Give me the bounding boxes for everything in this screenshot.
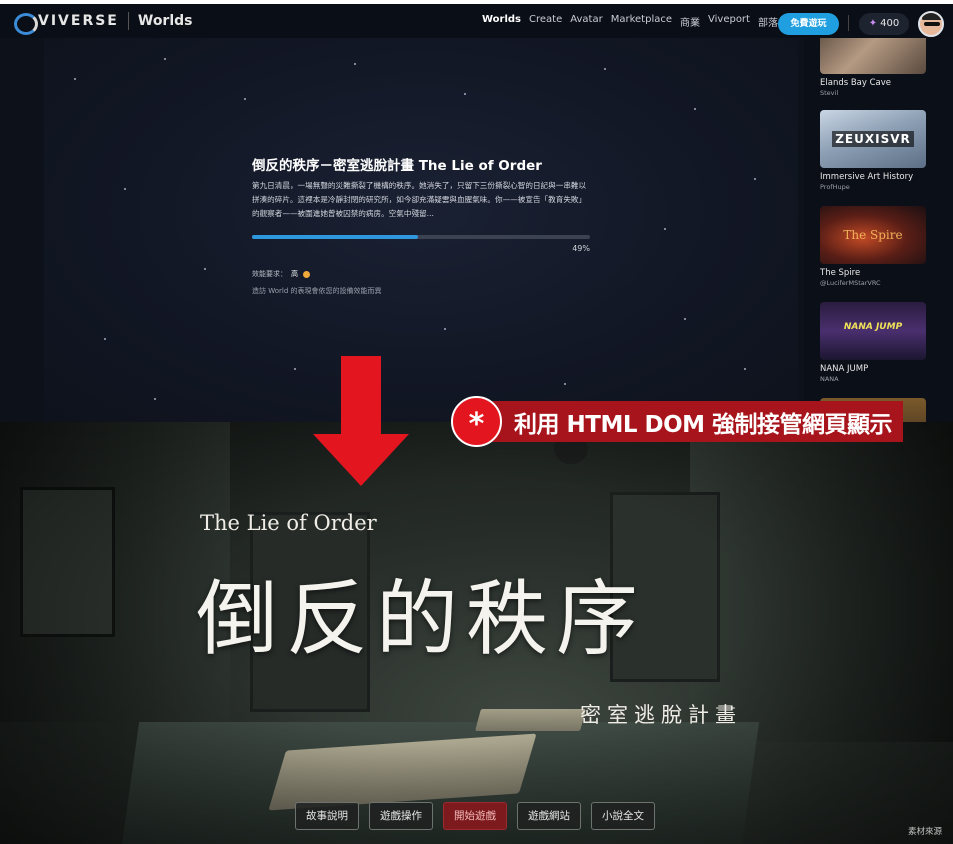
world-card[interactable]: ZEUXISVR Immersive Art History ProfHupe xyxy=(820,110,926,191)
loading-progress-label: 49% xyxy=(572,244,590,253)
performance-requirement: 效能要求： 高 xyxy=(252,269,592,279)
play-free-button[interactable]: 免費遊玩 xyxy=(778,13,839,35)
viverse-logo-icon xyxy=(14,13,38,35)
start-game-button[interactable]: 開始遊戲 xyxy=(443,802,507,830)
controls-button[interactable]: 遊戲操作 xyxy=(369,802,433,830)
world-card-author: ProfHupe xyxy=(820,183,850,191)
world-card-title: Elands Bay Cave xyxy=(820,78,892,88)
nav-links: Worlds Create Avatar Marketplace 商業 Vive… xyxy=(482,14,796,29)
star-dot xyxy=(684,318,686,320)
brand-name: VIVERSE xyxy=(38,13,119,29)
world-card[interactable]: The Spire The Spire @LuciferMStarVRC xyxy=(820,206,926,287)
requirement-label: 效能要求： xyxy=(252,270,287,278)
star-dot xyxy=(74,78,76,80)
nav-link-viveport[interactable]: Viveport xyxy=(708,14,750,29)
nav-divider xyxy=(848,15,849,31)
loading-progress-bar xyxy=(252,235,590,239)
world-description: 第九日清晨，一場無聲的災難撕裂了機構的秩序。她消失了，只留下三份撕裂心智的日記與… xyxy=(252,181,587,218)
nav-link-business[interactable]: 商業 xyxy=(680,14,700,29)
star-dot xyxy=(464,93,466,95)
star-dot xyxy=(664,228,666,230)
star-dot xyxy=(354,63,356,65)
world-card-author: NANA xyxy=(820,375,839,383)
world-thumbnail: The Spire xyxy=(820,206,926,264)
world-card[interactable]: NANA JUMP NANA JUMP NANA xyxy=(820,302,926,383)
user-avatar[interactable] xyxy=(918,11,944,37)
game-title-screen: The Lie of Order 倒反的秩序 密室逃脫計畫 故事說明 遊戲操作 … xyxy=(0,422,953,844)
world-title: 倒反的秩序－密室逃脫計畫 The Lie of Order xyxy=(252,158,542,174)
nav-link-worlds[interactable]: Worlds xyxy=(482,14,521,29)
asset-credit-link[interactable]: 素材來源 xyxy=(908,825,942,837)
world-card-author: @LuciferMStarVRC xyxy=(820,279,881,287)
world-thumbnail: ZEUXISVR xyxy=(820,110,926,168)
world-thumbnail xyxy=(820,38,926,74)
loading-progress-fill xyxy=(252,235,418,239)
star-dot xyxy=(124,188,126,190)
game-title-chinese: 倒反的秩序 xyxy=(196,572,647,667)
star-dot xyxy=(754,178,756,180)
star-dot xyxy=(244,98,246,100)
star-dot xyxy=(164,58,166,60)
nav-link-avatar[interactable]: Avatar xyxy=(570,14,602,29)
world-card[interactable]: Elands Bay Cave Stevil xyxy=(820,38,926,97)
top-navbar: VIVERSE Worlds Worlds Create Avatar Mark… xyxy=(0,4,953,38)
viverse-page: VIVERSE Worlds Worlds Create Avatar Mark… xyxy=(0,4,953,422)
world-card-author: Stevil xyxy=(820,89,839,97)
world-thumbnail-text: NANA JUMP xyxy=(843,322,903,332)
requirement-note: 造訪 World 的表現會依您的設備效能而異 xyxy=(252,287,382,295)
points-value: 400 xyxy=(880,18,900,29)
brand-section: Worlds xyxy=(137,13,193,29)
world-thumbnail: NANA JUMP xyxy=(820,302,926,360)
star-dot xyxy=(694,108,696,110)
down-arrow-icon xyxy=(313,356,409,486)
annotation-tag: * 利用 HTML DOM 強制接管網頁顯示 xyxy=(451,396,903,447)
sparkle-icon: ✦ xyxy=(868,18,878,29)
world-list-sidebar: Elands Bay Cave Stevil ZEUXISVR Immersiv… xyxy=(804,38,953,422)
star-dot xyxy=(154,398,156,400)
asterisk-icon: * xyxy=(451,396,502,447)
requirement-value: 高 xyxy=(291,270,298,278)
points-badge[interactable]: ✦ 400 xyxy=(859,13,909,35)
nav-link-marketplace[interactable]: Marketplace xyxy=(611,14,672,29)
novel-button[interactable]: 小說全文 xyxy=(591,802,655,830)
world-card-title: NANA JUMP xyxy=(820,364,869,374)
star-dot xyxy=(744,368,746,370)
game-website-button[interactable]: 遊戲網站 xyxy=(517,802,581,830)
annotation-text: 利用 HTML DOM 強制接管網頁顯示 xyxy=(514,412,893,438)
world-loading-stage: 倒反的秩序－密室逃脫計畫 The Lie of Order 第九日清晨，一場無聲… xyxy=(44,38,798,422)
star-dot xyxy=(444,328,446,330)
world-card-title: The Spire xyxy=(820,268,861,278)
world-thumbnail-text: ZEUXISVR xyxy=(820,110,926,168)
star-dot xyxy=(294,368,296,370)
loading-panel: 倒反的秩序－密室逃脫計畫 The Lie of Order 第九日清晨，一場無聲… xyxy=(252,154,592,296)
viverse-logo[interactable]: VIVERSE Worlds xyxy=(14,12,193,35)
story-button[interactable]: 故事說明 xyxy=(295,802,359,830)
nav-link-create[interactable]: Create xyxy=(529,14,562,29)
star-dot xyxy=(604,68,606,70)
requirement-level-icon xyxy=(303,270,310,278)
star-dot xyxy=(564,383,566,385)
game-title-english: The Lie of Order xyxy=(200,511,377,535)
world-thumbnail-text: The Spire xyxy=(843,228,903,242)
star-dot xyxy=(204,268,206,270)
world-card-title: Immersive Art History xyxy=(820,172,914,182)
game-tagline: 密室逃脫計畫 xyxy=(580,703,742,727)
game-menu: 故事說明 遊戲操作 開始遊戲 遊戲網站 小說全文 xyxy=(295,802,665,830)
logo-divider xyxy=(127,12,129,30)
star-dot xyxy=(104,338,106,340)
